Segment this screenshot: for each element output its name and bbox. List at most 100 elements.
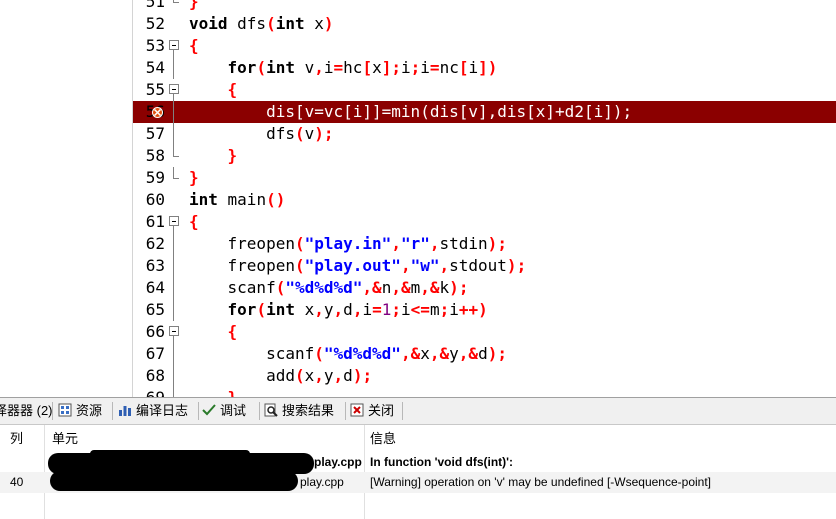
line-number[interactable]: 69 bbox=[133, 389, 165, 398]
tab-separator bbox=[198, 402, 199, 420]
breakpoint-warning-icon[interactable] bbox=[151, 106, 164, 119]
code-text: for(int x,y,d,i=1;i<=m;i++) bbox=[227, 300, 488, 319]
code-text: scanf("%d%d%d",&n,&m,&k); bbox=[189, 278, 469, 297]
line-number[interactable]: 61 bbox=[133, 213, 165, 231]
code-text: void dfs(int x) bbox=[189, 14, 334, 33]
fold-gutter bbox=[169, 13, 181, 35]
code-text: { bbox=[227, 322, 238, 341]
search-results-icon bbox=[264, 403, 278, 417]
line-number[interactable]: 51 bbox=[133, 0, 165, 11]
code-line[interactable]: 65 for(int x,y,d,i=1;i<=m;i++) bbox=[133, 299, 836, 321]
code-line[interactable]: 62 freopen("play.in","r",stdin); bbox=[133, 233, 836, 255]
line-number[interactable]: 66 bbox=[133, 323, 165, 341]
tab-resources[interactable]: 资源 bbox=[58, 401, 102, 421]
editor-left-margin bbox=[0, 0, 132, 397]
line-number[interactable]: 58 bbox=[133, 147, 165, 165]
fold-gutter bbox=[169, 189, 181, 211]
code-text: } bbox=[189, 0, 199, 11]
fold-toggle-icon[interactable] bbox=[169, 211, 181, 233]
code-line[interactable]: 58 } bbox=[133, 145, 836, 167]
line-number[interactable]: 54 bbox=[133, 59, 165, 77]
fold-guide bbox=[169, 365, 181, 387]
tab-separator bbox=[259, 402, 260, 420]
fold-toggle-icon[interactable] bbox=[169, 35, 181, 57]
code-line[interactable]: 53 { bbox=[133, 35, 836, 57]
tab-search-results-label: 搜索结果 bbox=[282, 403, 335, 418]
tab-separator bbox=[112, 402, 113, 420]
tab-debug[interactable]: 调试 bbox=[202, 401, 246, 421]
code-text: scanf("%d%d%d",&x,&y,&d); bbox=[189, 344, 507, 363]
message-unit: play.cpp bbox=[300, 475, 344, 489]
code-text: add(x,y,d); bbox=[189, 366, 373, 385]
code-line[interactable]: 52 void dfs(int x) bbox=[133, 13, 836, 35]
message-info: [Warning] operation on 'v' may be undefi… bbox=[370, 475, 711, 489]
code-line[interactable]: 57 dfs(v); bbox=[133, 123, 836, 145]
close-icon bbox=[350, 403, 364, 417]
fold-end-marker bbox=[169, 0, 181, 13]
message-unit: play.cpp bbox=[314, 455, 362, 469]
tab-compiler[interactable]: 译器器 (2) bbox=[0, 401, 53, 421]
code-line[interactable]: 60 int main() bbox=[133, 189, 836, 211]
fold-toggle-icon[interactable] bbox=[169, 79, 181, 101]
tab-compile-log[interactable]: 编译日志 bbox=[118, 401, 188, 421]
code-line[interactable]: 59} bbox=[133, 167, 836, 189]
compile-log-icon bbox=[118, 403, 132, 417]
code-text: } bbox=[189, 168, 199, 187]
message-col: 40 bbox=[10, 475, 24, 489]
fold-guide bbox=[169, 277, 181, 299]
tab-close[interactable]: 关闭 bbox=[350, 401, 394, 421]
tab-debug-label: 调试 bbox=[220, 403, 247, 418]
code-line[interactable]: 55 { bbox=[133, 79, 836, 101]
line-number[interactable]: 60 bbox=[133, 191, 165, 209]
fold-end-marker bbox=[169, 145, 181, 167]
fold-end-marker bbox=[169, 387, 181, 397]
tab-compile-log-label: 编译日志 bbox=[136, 403, 189, 418]
line-number[interactable]: 67 bbox=[133, 345, 165, 363]
code-text: freopen("play.out","w",stdout); bbox=[189, 256, 527, 275]
code-line[interactable]: 67 scanf("%d%d%d",&x,&y,&d); bbox=[133, 343, 836, 365]
code-line[interactable]: 54 for(int v,i=hc[x];i;i=nc[i]) bbox=[133, 57, 836, 79]
fold-guide bbox=[169, 123, 181, 145]
line-number[interactable]: 63 bbox=[133, 257, 165, 275]
column-header-col[interactable]: 列 bbox=[10, 428, 23, 447]
line-number[interactable]: 52 bbox=[133, 15, 165, 33]
code-line[interactable]: 69 } bbox=[133, 387, 836, 397]
fold-guide bbox=[169, 101, 181, 123]
code-line[interactable]: 66 { bbox=[133, 321, 836, 343]
code-line[interactable]: 51} bbox=[133, 0, 836, 13]
code-text: dis[v=vc[i]]=min(dis[v],dis[x]+d2[i]); bbox=[189, 102, 633, 121]
debug-check-icon bbox=[202, 403, 216, 417]
panel-tabs: 译器器 (2) 资源 编译日志 调试 搜索结果 关闭 bbox=[0, 398, 836, 425]
line-number[interactable]: 65 bbox=[133, 301, 165, 319]
line-number[interactable]: 59 bbox=[133, 169, 165, 187]
fold-end-marker bbox=[169, 167, 181, 189]
tab-search-results[interactable]: 搜索结果 bbox=[264, 401, 334, 421]
code-line[interactable]: 61 { bbox=[133, 211, 836, 233]
line-number[interactable]: 53 bbox=[133, 37, 165, 55]
messages-panel: 译器器 (2) 资源 编译日志 调试 搜索结果 关闭 列 单元 信息 play.… bbox=[0, 397, 836, 519]
code-text: { bbox=[189, 36, 199, 55]
code-text: for(int v,i=hc[x];i;i=nc[i]) bbox=[227, 58, 498, 77]
code-line[interactable]: 68 add(x,y,d); bbox=[133, 365, 836, 387]
column-header-unit[interactable]: 单元 bbox=[52, 428, 78, 447]
code-line[interactable]: 63 freopen("play.out","w",stdout); bbox=[133, 255, 836, 277]
line-number[interactable]: 55 bbox=[133, 81, 165, 99]
fold-toggle-icon[interactable] bbox=[169, 321, 181, 343]
line-number[interactable]: 68 bbox=[133, 367, 165, 385]
message-info: In function 'void dfs(int)': bbox=[370, 455, 514, 469]
fold-guide bbox=[169, 255, 181, 277]
fold-guide bbox=[169, 299, 181, 321]
line-number[interactable]: 57 bbox=[133, 125, 165, 143]
messages-header: 列 单元 信息 bbox=[0, 425, 836, 449]
line-number[interactable]: 62 bbox=[133, 235, 165, 253]
resources-icon bbox=[58, 403, 72, 417]
code-text: freopen("play.in","r",stdin); bbox=[189, 234, 507, 253]
fold-guide bbox=[169, 343, 181, 365]
code-line[interactable]: 64 scanf("%d%d%d",&n,&m,&k); bbox=[133, 277, 836, 299]
code-text: dfs(v); bbox=[189, 124, 334, 143]
current-line-highlight[interactable]: 56 dis[v=vc[i]]=min(dis[v],dis[x]+d2[i])… bbox=[133, 101, 836, 123]
tab-close-label: 关闭 bbox=[368, 403, 395, 418]
line-number[interactable]: 64 bbox=[133, 279, 165, 297]
column-header-info[interactable]: 信息 bbox=[370, 428, 396, 447]
code-editor[interactable]: 51} 52 void dfs(int x) 53 {54 for(int v,i=hc… bbox=[0, 0, 836, 397]
